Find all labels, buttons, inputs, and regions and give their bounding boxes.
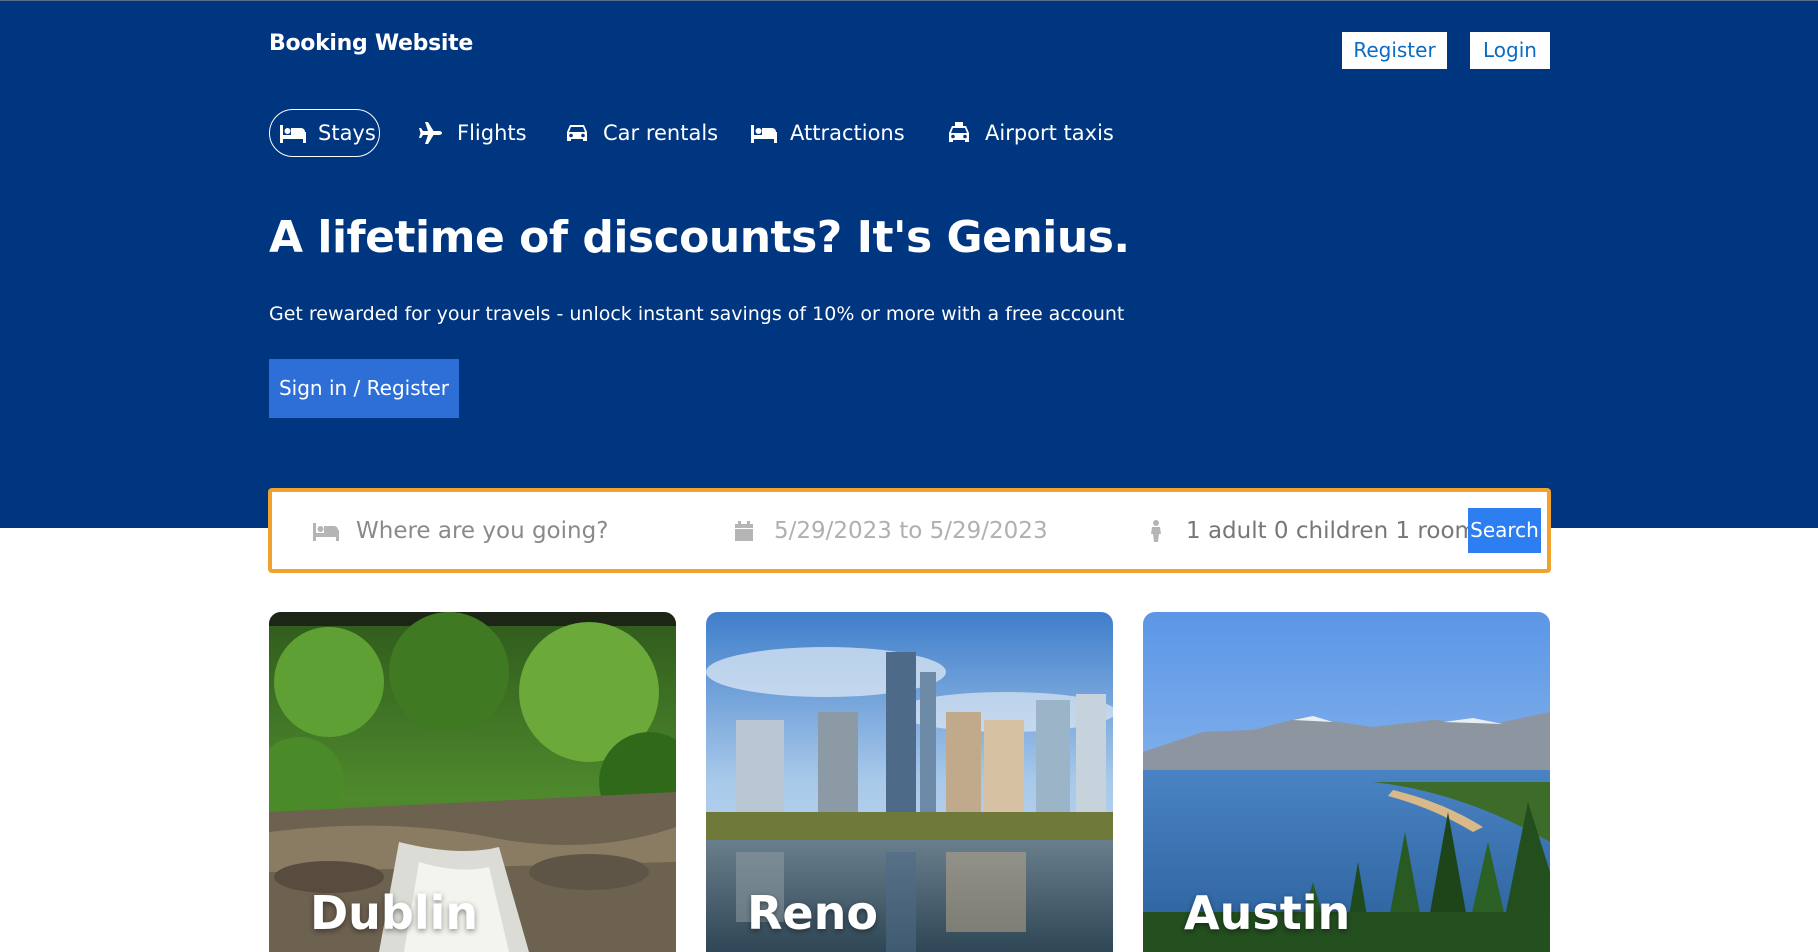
nav-item-label: Attractions [790, 121, 905, 145]
register-button[interactable]: Register [1342, 32, 1447, 69]
destination-card-austin[interactable]: Austin [1143, 612, 1550, 952]
person-icon [1142, 519, 1170, 542]
page-title: A lifetime of discounts? It's Genius. [269, 212, 1130, 263]
destination-input[interactable]: Where are you going? [312, 492, 608, 569]
destination-card-dublin[interactable]: Dublin [269, 612, 676, 952]
destination-name: Reno [747, 886, 878, 940]
brand-logo[interactable]: Booking Website [269, 31, 473, 56]
destination-name: Austin [1184, 886, 1351, 940]
sign-in-register-button[interactable]: Sign in / Register [269, 359, 459, 418]
guests-input[interactable]: 1 adult 0 children 1 room [1142, 492, 1477, 569]
calendar-icon [730, 520, 758, 541]
login-button[interactable]: Login [1470, 32, 1550, 69]
nav-item-label: Flights [457, 121, 527, 145]
nav-item-label: Car rentals [603, 121, 719, 145]
destination-placeholder: Where are you going? [356, 517, 609, 544]
nav-item-label: Stays [318, 121, 376, 145]
nav-item-flights[interactable]: Flights [417, 109, 527, 157]
nav-item-car-rentals[interactable]: Car rentals [563, 109, 718, 157]
date-range-value: 5/29/2023 to 5/29/2023 [774, 517, 1048, 544]
car-icon [563, 121, 591, 145]
nav-item-attractions[interactable]: Attractions [750, 109, 905, 157]
bed-icon [750, 121, 778, 145]
destination-card-reno[interactable]: Reno [706, 612, 1113, 952]
plane-icon [417, 121, 445, 145]
bed-icon [280, 121, 306, 145]
hero-banner: Booking Website Register Login Stays Fli… [0, 0, 1818, 528]
nav-item-label: Airport taxis [985, 121, 1114, 145]
guests-value: 1 adult 0 children 1 room [1186, 517, 1477, 544]
nav-item-airport-taxis[interactable]: Airport taxis [945, 109, 1114, 157]
bed-icon [312, 521, 340, 541]
search-bar: Where are you going? 5/29/2023 to 5/29/2… [268, 488, 1551, 573]
destination-name: Dublin [310, 886, 479, 940]
search-button[interactable]: Search [1468, 508, 1541, 553]
nav-item-stays[interactable]: Stays [269, 109, 380, 157]
hero-subtitle: Get rewarded for your travels - unlock i… [269, 303, 1125, 325]
date-range-input[interactable]: 5/29/2023 to 5/29/2023 [730, 492, 1048, 569]
taxi-icon [945, 121, 973, 145]
